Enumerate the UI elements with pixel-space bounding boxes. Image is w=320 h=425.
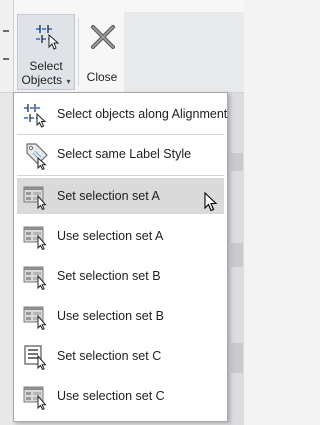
selection-set-icon xyxy=(23,264,49,291)
ribbon-separator xyxy=(78,18,79,86)
background-side-strip xyxy=(228,93,244,425)
menu-item-set-selection-set-a[interactable]: Set selection set A xyxy=(17,178,224,214)
menu-item-set-selection-set-b[interactable]: Set selection set B xyxy=(17,258,224,294)
grip-dot xyxy=(3,30,9,32)
selection-set-icon xyxy=(23,224,49,251)
selection-set-icon xyxy=(23,304,49,331)
mouse-cursor-icon xyxy=(204,191,218,215)
select-objects-button[interactable]: Select Objects ▾ xyxy=(17,14,75,90)
close-label: Close xyxy=(86,70,118,84)
menu-item-select-along-alignment[interactable]: Select objects along Alignment xyxy=(17,96,228,132)
menu-item-label: Use selection set A xyxy=(57,229,164,243)
menu-item-label: Set selection set C xyxy=(57,349,162,363)
select-objects-menu: Select objects along Alignment Select sa… xyxy=(13,92,228,422)
menu-item-label: Set selection set B xyxy=(57,269,161,283)
menu-item-label: Use selection set B xyxy=(57,309,164,323)
menu-item-label: Select same Label Style xyxy=(57,147,192,161)
select-objects-label-line1: Select xyxy=(29,59,63,73)
chevron-down-icon[interactable]: ▾ xyxy=(67,77,71,86)
menu-item-label: Select objects along Alignment xyxy=(57,107,228,121)
menu-item-label: Set selection set A xyxy=(57,189,160,203)
menu-item-use-selection-set-a[interactable]: Use selection set A xyxy=(17,218,224,254)
menu-separator xyxy=(17,175,224,176)
select-along-alignment-icon xyxy=(23,102,49,128)
close-x-icon xyxy=(90,24,116,53)
menu-item-select-same-label-style[interactable]: Select same Label Style xyxy=(17,136,224,172)
selection-set-icon xyxy=(23,184,49,211)
menu-separator xyxy=(17,134,224,135)
menu-item-use-selection-set-b[interactable]: Use selection set B xyxy=(17,298,224,334)
background-block xyxy=(231,243,243,267)
menu-item-set-selection-set-c[interactable]: Set selection set C xyxy=(17,338,224,374)
label-tag-icon xyxy=(23,142,49,171)
menu-item-label: Use selection set C xyxy=(57,389,165,403)
background-block xyxy=(231,153,243,171)
selection-list-icon xyxy=(23,344,49,371)
grip-dot xyxy=(3,58,9,60)
ribbon-left-edge xyxy=(0,0,14,92)
close-button[interactable]: Close xyxy=(82,14,122,90)
selection-set-icon xyxy=(23,384,49,411)
select-along-alignment-icon xyxy=(34,21,60,54)
menu-item-use-selection-set-c[interactable]: Use selection set C xyxy=(17,378,224,414)
ribbon-empty-area xyxy=(124,12,244,92)
ribbon-panel: Select Objects ▾ Close xyxy=(0,0,244,93)
select-objects-label-line2: Objects ▾ xyxy=(21,73,71,87)
background-block xyxy=(231,343,243,373)
